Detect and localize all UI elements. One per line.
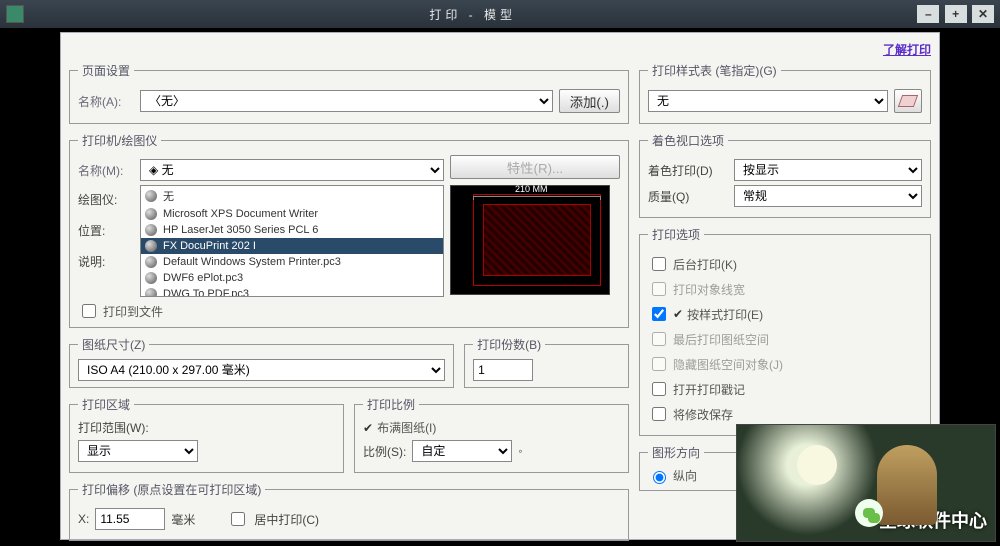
print-scale-group: 打印比例 ✔布满图纸(I) 比例(S): 自定 ◦ <box>354 396 629 473</box>
opt-lineweights-checkbox <box>652 282 666 296</box>
copies-legend: 打印份数(B) <box>473 336 545 353</box>
page-setup-legend: 页面设置 <box>78 62 134 79</box>
opt-plotstyles-checkbox[interactable] <box>652 307 666 321</box>
orientation-legend: 图形方向 <box>648 444 704 461</box>
printer-icon <box>145 208 157 220</box>
plotter-label: 绘图仪: <box>78 191 134 208</box>
shaded-viewport-group: 着色视口选项 着色打印(D) 按显示 质量(Q) 常规 <box>639 132 931 218</box>
scale-unit-mark: ◦ <box>518 444 522 458</box>
printer-name-select[interactable]: ◈ 无 <box>140 159 444 181</box>
paper-size-group: 图纸尺寸(Z) ISO A4 (210.00 x 297.00 毫米) <box>69 336 454 388</box>
preview-dimension: 210 MM <box>515 184 548 194</box>
window-controls: – + ✕ <box>915 5 994 23</box>
wechat-icon <box>855 499 883 527</box>
print-to-file-checkbox[interactable] <box>82 304 96 318</box>
moon-icon <box>797 445 837 485</box>
list-item[interactable]: Microsoft XPS Document Writer <box>141 206 443 222</box>
shade-mode-label: 着色打印(D) <box>648 162 728 179</box>
copies-group: 打印份数(B) <box>464 336 629 388</box>
desc-label: 说明: <box>78 253 134 270</box>
paper-preview: 210 MM <box>450 185 610 295</box>
scale-ratio-label: 比例(S): <box>363 443 406 460</box>
properties-button[interactable]: 特性(R)... <box>450 155 620 179</box>
page-name-select[interactable]: 〈无〉 <box>140 90 553 112</box>
maximize-icon[interactable]: + <box>945 5 967 23</box>
opt-plot-stamp-checkbox[interactable] <box>652 382 666 396</box>
list-item[interactable]: Default Windows System Printer.pc3 <box>141 254 443 270</box>
offset-x-input[interactable] <box>95 508 165 530</box>
shaded-viewport-legend: 着色视口选项 <box>648 132 728 149</box>
location-label: 位置: <box>78 222 134 239</box>
print-scale-legend: 打印比例 <box>363 396 419 413</box>
list-item[interactable]: 无 <box>141 186 443 206</box>
plot-style-select[interactable]: 无 <box>648 90 888 112</box>
paper-size-select[interactable]: ISO A4 (210.00 x 297.00 毫米) <box>78 359 445 381</box>
page-setup-group: 页面设置 名称(A): 〈无〉 添加(.) <box>69 62 629 124</box>
plot-style-legend: 打印样式表 (笔指定)(G) <box>648 62 781 79</box>
printer-icon <box>145 288 157 297</box>
print-to-file-label: 打印到文件 <box>103 303 163 320</box>
print-area-legend: 打印区域 <box>78 396 134 413</box>
print-area-group: 打印区域 打印范围(W): 显示 <box>69 396 344 473</box>
print-area-select[interactable]: 显示 <box>78 440 198 462</box>
opt-paperspace-last-checkbox <box>652 332 666 346</box>
scale-ratio-select[interactable]: 自定 <box>412 440 512 462</box>
window-title: 打印 - 模型 <box>30 6 915 23</box>
printer-icon <box>145 272 157 284</box>
paper-size-legend: 图纸尺寸(Z) <box>78 336 149 353</box>
opt-hide-paperspace-checkbox <box>652 357 666 371</box>
list-item[interactable]: FX DocuPrint 202 I <box>141 238 443 254</box>
printer-icon <box>145 190 157 202</box>
add-button[interactable]: 添加(.) <box>559 89 620 113</box>
app-icon <box>6 5 24 23</box>
page-name-label: 名称(A): <box>78 93 134 110</box>
quality-select[interactable]: 常规 <box>734 185 922 207</box>
list-item[interactable]: DWG To PDF.pc3 <box>141 286 443 297</box>
printer-group: 打印机/绘图仪 名称(M): ◈ 无 绘图仪: 位置: 说明: <box>69 132 629 328</box>
center-plot-checkbox[interactable] <box>231 512 245 526</box>
printer-legend: 打印机/绘图仪 <box>78 132 161 149</box>
quality-label: 质量(Q) <box>648 188 728 205</box>
printer-icon <box>145 224 157 236</box>
offset-unit: 毫米 <box>171 511 195 528</box>
printer-icon <box>145 240 157 252</box>
person-portrait <box>877 445 937 525</box>
shade-mode-select[interactable]: 按显示 <box>734 159 922 181</box>
opt-background-checkbox[interactable] <box>652 257 666 271</box>
titlebar: 打印 - 模型 – + ✕ <box>0 0 1000 28</box>
printer-list[interactable]: 无 Microsoft XPS Document Writer HP Laser… <box>140 185 444 297</box>
opt-save-changes-checkbox[interactable] <box>652 407 666 421</box>
minimize-icon[interactable]: – <box>917 5 939 23</box>
print-offset-group: 打印偏移 (原点设置在可打印区域) X: 毫米 居中打印(C) <box>69 481 629 541</box>
printer-icon <box>145 256 157 268</box>
center-plot-label: 居中打印(C) <box>254 511 319 528</box>
promo-overlay: 全球软件中心 <box>736 424 996 542</box>
list-item[interactable]: HP LaserJet 3050 Series PCL 6 <box>141 222 443 238</box>
fit-to-paper-label[interactable]: 布满图纸(I) <box>377 419 436 436</box>
printer-name-label: 名称(M): <box>78 162 134 179</box>
plot-style-group: 打印样式表 (笔指定)(G) 无 <box>639 62 931 124</box>
list-item[interactable]: DWF6 ePlot.pc3 <box>141 270 443 286</box>
plot-options-group: 打印选项 后台打印(K) 打印对象线宽 ✔按样式打印(E) 最后打印图纸空间 隐… <box>639 226 931 436</box>
copies-input[interactable] <box>473 359 533 381</box>
learn-print-link[interactable]: 了解打印 <box>883 43 931 57</box>
offset-x-label: X: <box>78 512 89 526</box>
orientation-portrait-radio[interactable] <box>653 471 666 484</box>
plot-options-legend: 打印选项 <box>648 226 704 243</box>
edit-style-button[interactable] <box>894 89 922 113</box>
print-offset-legend: 打印偏移 (原点设置在可打印区域) <box>78 481 265 498</box>
print-what-label: 打印范围(W): <box>78 419 335 436</box>
close-icon[interactable]: ✕ <box>972 5 994 23</box>
